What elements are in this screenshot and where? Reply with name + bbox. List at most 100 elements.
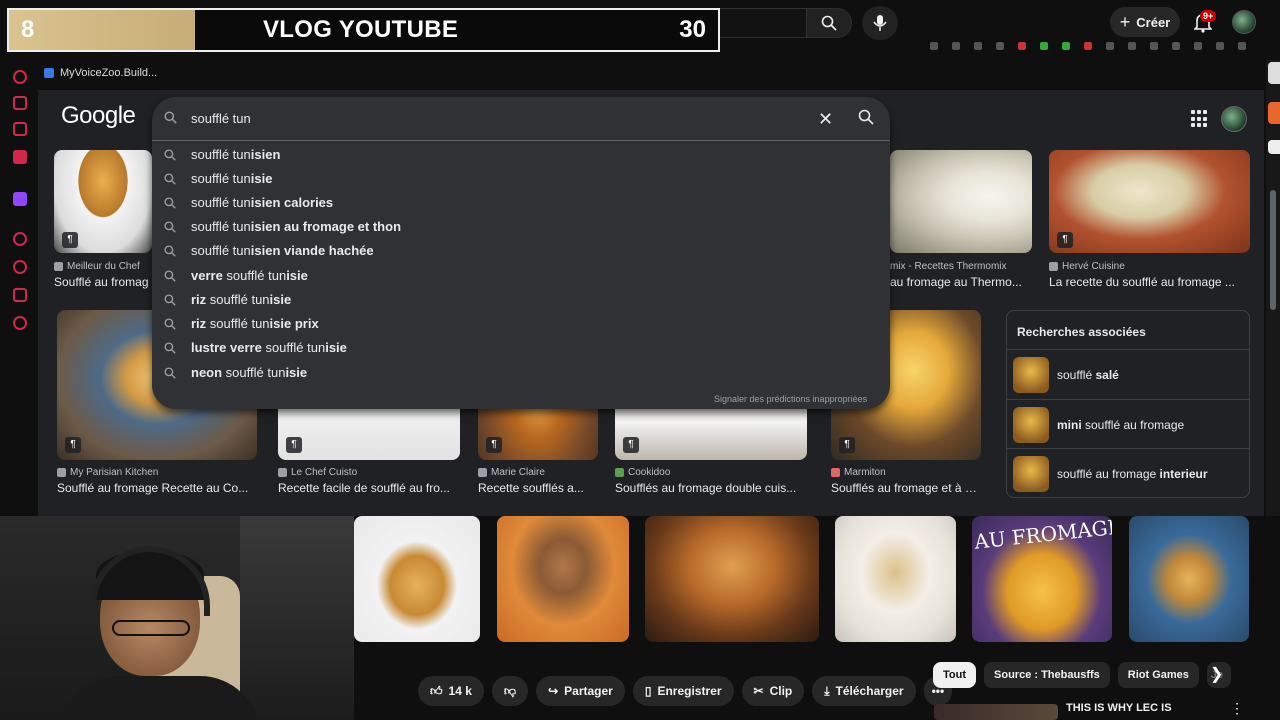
- browser-sidebar: [0, 60, 38, 520]
- download-button[interactable]: ⤓ Télécharger: [812, 676, 916, 706]
- dropdown-divider: [152, 140, 890, 141]
- suggestion-item[interactable]: riz soufflé tunisie: [152, 288, 890, 312]
- result-title: au fromage au Thermo...: [890, 275, 1022, 289]
- settings-icon[interactable]: [13, 316, 27, 330]
- clock-icon[interactable]: [13, 260, 27, 274]
- suggestion-label: soufflé tunisien: [191, 147, 281, 162]
- image-result[interactable]: [835, 516, 956, 642]
- extension-icon[interactable]: [1084, 42, 1092, 50]
- dislike-button[interactable]: 👎︎: [491, 676, 529, 706]
- image-result[interactable]: ¶ Meilleur du Chef Soufflé au fromag: [54, 150, 152, 292]
- sidebar-app-icon[interactable]: [13, 96, 27, 110]
- source-favicon-icon: [278, 468, 287, 477]
- related-search-item[interactable]: soufflé au fromage interieur: [1007, 448, 1249, 498]
- image-result[interactable]: [354, 516, 480, 642]
- side-panel-tab[interactable]: [1268, 140, 1280, 154]
- search-icon: [164, 245, 176, 257]
- suggestion-item[interactable]: soufflé tunisien calories: [152, 191, 890, 215]
- extension-icon[interactable]: [1128, 42, 1136, 50]
- chip-source[interactable]: Source : Thebausffs: [984, 662, 1110, 688]
- image-result[interactable]: [645, 516, 819, 642]
- extension-icon[interactable]: [1172, 42, 1180, 50]
- suggestion-item[interactable]: riz soufflé tunisie prix: [152, 312, 890, 336]
- search-icon: [164, 111, 177, 124]
- share-button[interactable]: ↪ Partager: [536, 676, 625, 706]
- scrollbar-thumb[interactable]: [1270, 190, 1276, 310]
- related-searches-panel: Recherches associées soufflé salé mini s…: [1006, 310, 1250, 498]
- extension-icon[interactable]: [996, 42, 1004, 50]
- search-icon: [164, 294, 176, 306]
- video-actions-bar: 👍︎ 14 k 👎︎ ↪ Partager ▯ Enregistrer ✂ Cl…: [418, 676, 953, 706]
- voice-search-button[interactable]: [862, 6, 898, 40]
- overlay-center: VLOG YOUTUBE 30: [195, 10, 718, 50]
- sidebar-app-icon[interactable]: [13, 122, 27, 136]
- extension-icon[interactable]: [1062, 42, 1070, 50]
- extension-icon[interactable]: [930, 42, 938, 50]
- chip-riot-games[interactable]: Riot Games: [1117, 662, 1199, 688]
- search-icon: [821, 15, 837, 31]
- extension-icon[interactable]: [1216, 42, 1224, 50]
- extension-icon[interactable]: [1106, 42, 1114, 50]
- more-vertical-icon[interactable]: ⋮: [1230, 700, 1244, 717]
- sidebar-app-icon[interactable]: [13, 150, 27, 164]
- bookmark-item[interactable]: MyVoiceZoo.Build...: [44, 67, 157, 79]
- chevron-right-icon[interactable]: ❯: [1210, 664, 1223, 684]
- suggestion-item[interactable]: soufflé tunisie: [152, 167, 890, 191]
- image-result[interactable]: ¶ Hervé Cuisine La recette du soufflé au…: [1049, 150, 1250, 292]
- clip-label: Clip: [769, 684, 793, 698]
- source-favicon-icon: [478, 468, 487, 477]
- image-result[interactable]: AU FROMAGE: [972, 516, 1112, 642]
- related-search-label: mini soufflé au fromage: [1057, 417, 1185, 432]
- chip-all[interactable]: Tout: [933, 662, 977, 688]
- google-logo[interactable]: Google: [61, 102, 136, 130]
- save-label: Enregistrer: [657, 684, 722, 698]
- google-search-input[interactable]: soufflé tun: [191, 111, 251, 126]
- suggestion-item[interactable]: lustre verre soufflé tunisie: [152, 336, 890, 360]
- extension-icon[interactable]: [1150, 42, 1158, 50]
- extension-icon[interactable]: [1018, 42, 1026, 50]
- like-button[interactable]: 👍︎ 14 k: [418, 676, 484, 706]
- extension-icon[interactable]: [974, 42, 982, 50]
- sidebar-app-icon[interactable]: [13, 232, 27, 246]
- recommended-video[interactable]: THIS IS WHY LEC IS ⋮: [934, 700, 1264, 720]
- extension-icon[interactable]: [952, 42, 960, 50]
- create-button[interactable]: + Créer: [1110, 7, 1180, 37]
- google-apps-icon[interactable]: [1191, 110, 1209, 128]
- download-icon: ⤓: [824, 683, 830, 698]
- sidebar-app-icon[interactable]: [13, 288, 27, 302]
- extension-icon[interactable]: [1040, 42, 1048, 50]
- bookmarks-bar: MyVoiceZoo.Build...: [0, 60, 1280, 88]
- side-panel-tab[interactable]: [1268, 62, 1280, 84]
- twitch-icon[interactable]: [13, 192, 27, 206]
- related-searches-title: Recherches associées: [1017, 325, 1146, 339]
- thumbs-down-icon: 👎︎: [503, 683, 517, 698]
- screen: { "overlay": {"left_number": "8", "title…: [0, 0, 1280, 720]
- image-result[interactable]: [1129, 516, 1249, 642]
- side-panel-tab[interactable]: [1268, 102, 1280, 124]
- search-submit-icon[interactable]: [858, 109, 874, 125]
- source-favicon-icon: [1049, 262, 1058, 271]
- suggestion-item[interactable]: soufflé tunisien au fromage et thon: [152, 215, 890, 239]
- suggestion-label: verre soufflé tunisie: [191, 268, 308, 283]
- related-search-item[interactable]: soufflé salé: [1007, 349, 1249, 399]
- sidebar-app-icon[interactable]: [13, 70, 27, 84]
- suggestion-item[interactable]: verre soufflé tunisie: [152, 264, 890, 288]
- image-result[interactable]: mix - Recettes Thermomix au fromage au T…: [890, 150, 1032, 292]
- youtube-avatar[interactable]: [1232, 10, 1256, 34]
- extension-icon[interactable]: [1238, 42, 1246, 50]
- youtube-search-button[interactable]: [806, 8, 852, 38]
- google-avatar[interactable]: [1221, 106, 1247, 132]
- extension-icon[interactable]: [1194, 42, 1202, 50]
- report-predictions-link[interactable]: Signaler des prédictions inappropriées: [714, 394, 867, 404]
- overlay-title: VLOG YOUTUBE: [263, 16, 459, 43]
- related-search-item[interactable]: mini soufflé au fromage: [1007, 399, 1249, 449]
- related-search-label: soufflé au fromage interieur: [1057, 466, 1208, 481]
- suggestion-label: neon soufflé tunisie: [191, 365, 308, 380]
- image-result[interactable]: [497, 516, 629, 642]
- clear-search-icon[interactable]: ✕: [818, 109, 833, 130]
- clip-button[interactable]: ✂ Clip: [741, 676, 805, 706]
- save-button[interactable]: ▯ Enregistrer: [632, 676, 734, 706]
- suggestion-item[interactable]: soufflé tunisien viande hachée: [152, 239, 890, 263]
- suggestion-item[interactable]: neon soufflé tunisie: [152, 361, 890, 385]
- suggestion-item[interactable]: soufflé tunisien: [152, 143, 890, 167]
